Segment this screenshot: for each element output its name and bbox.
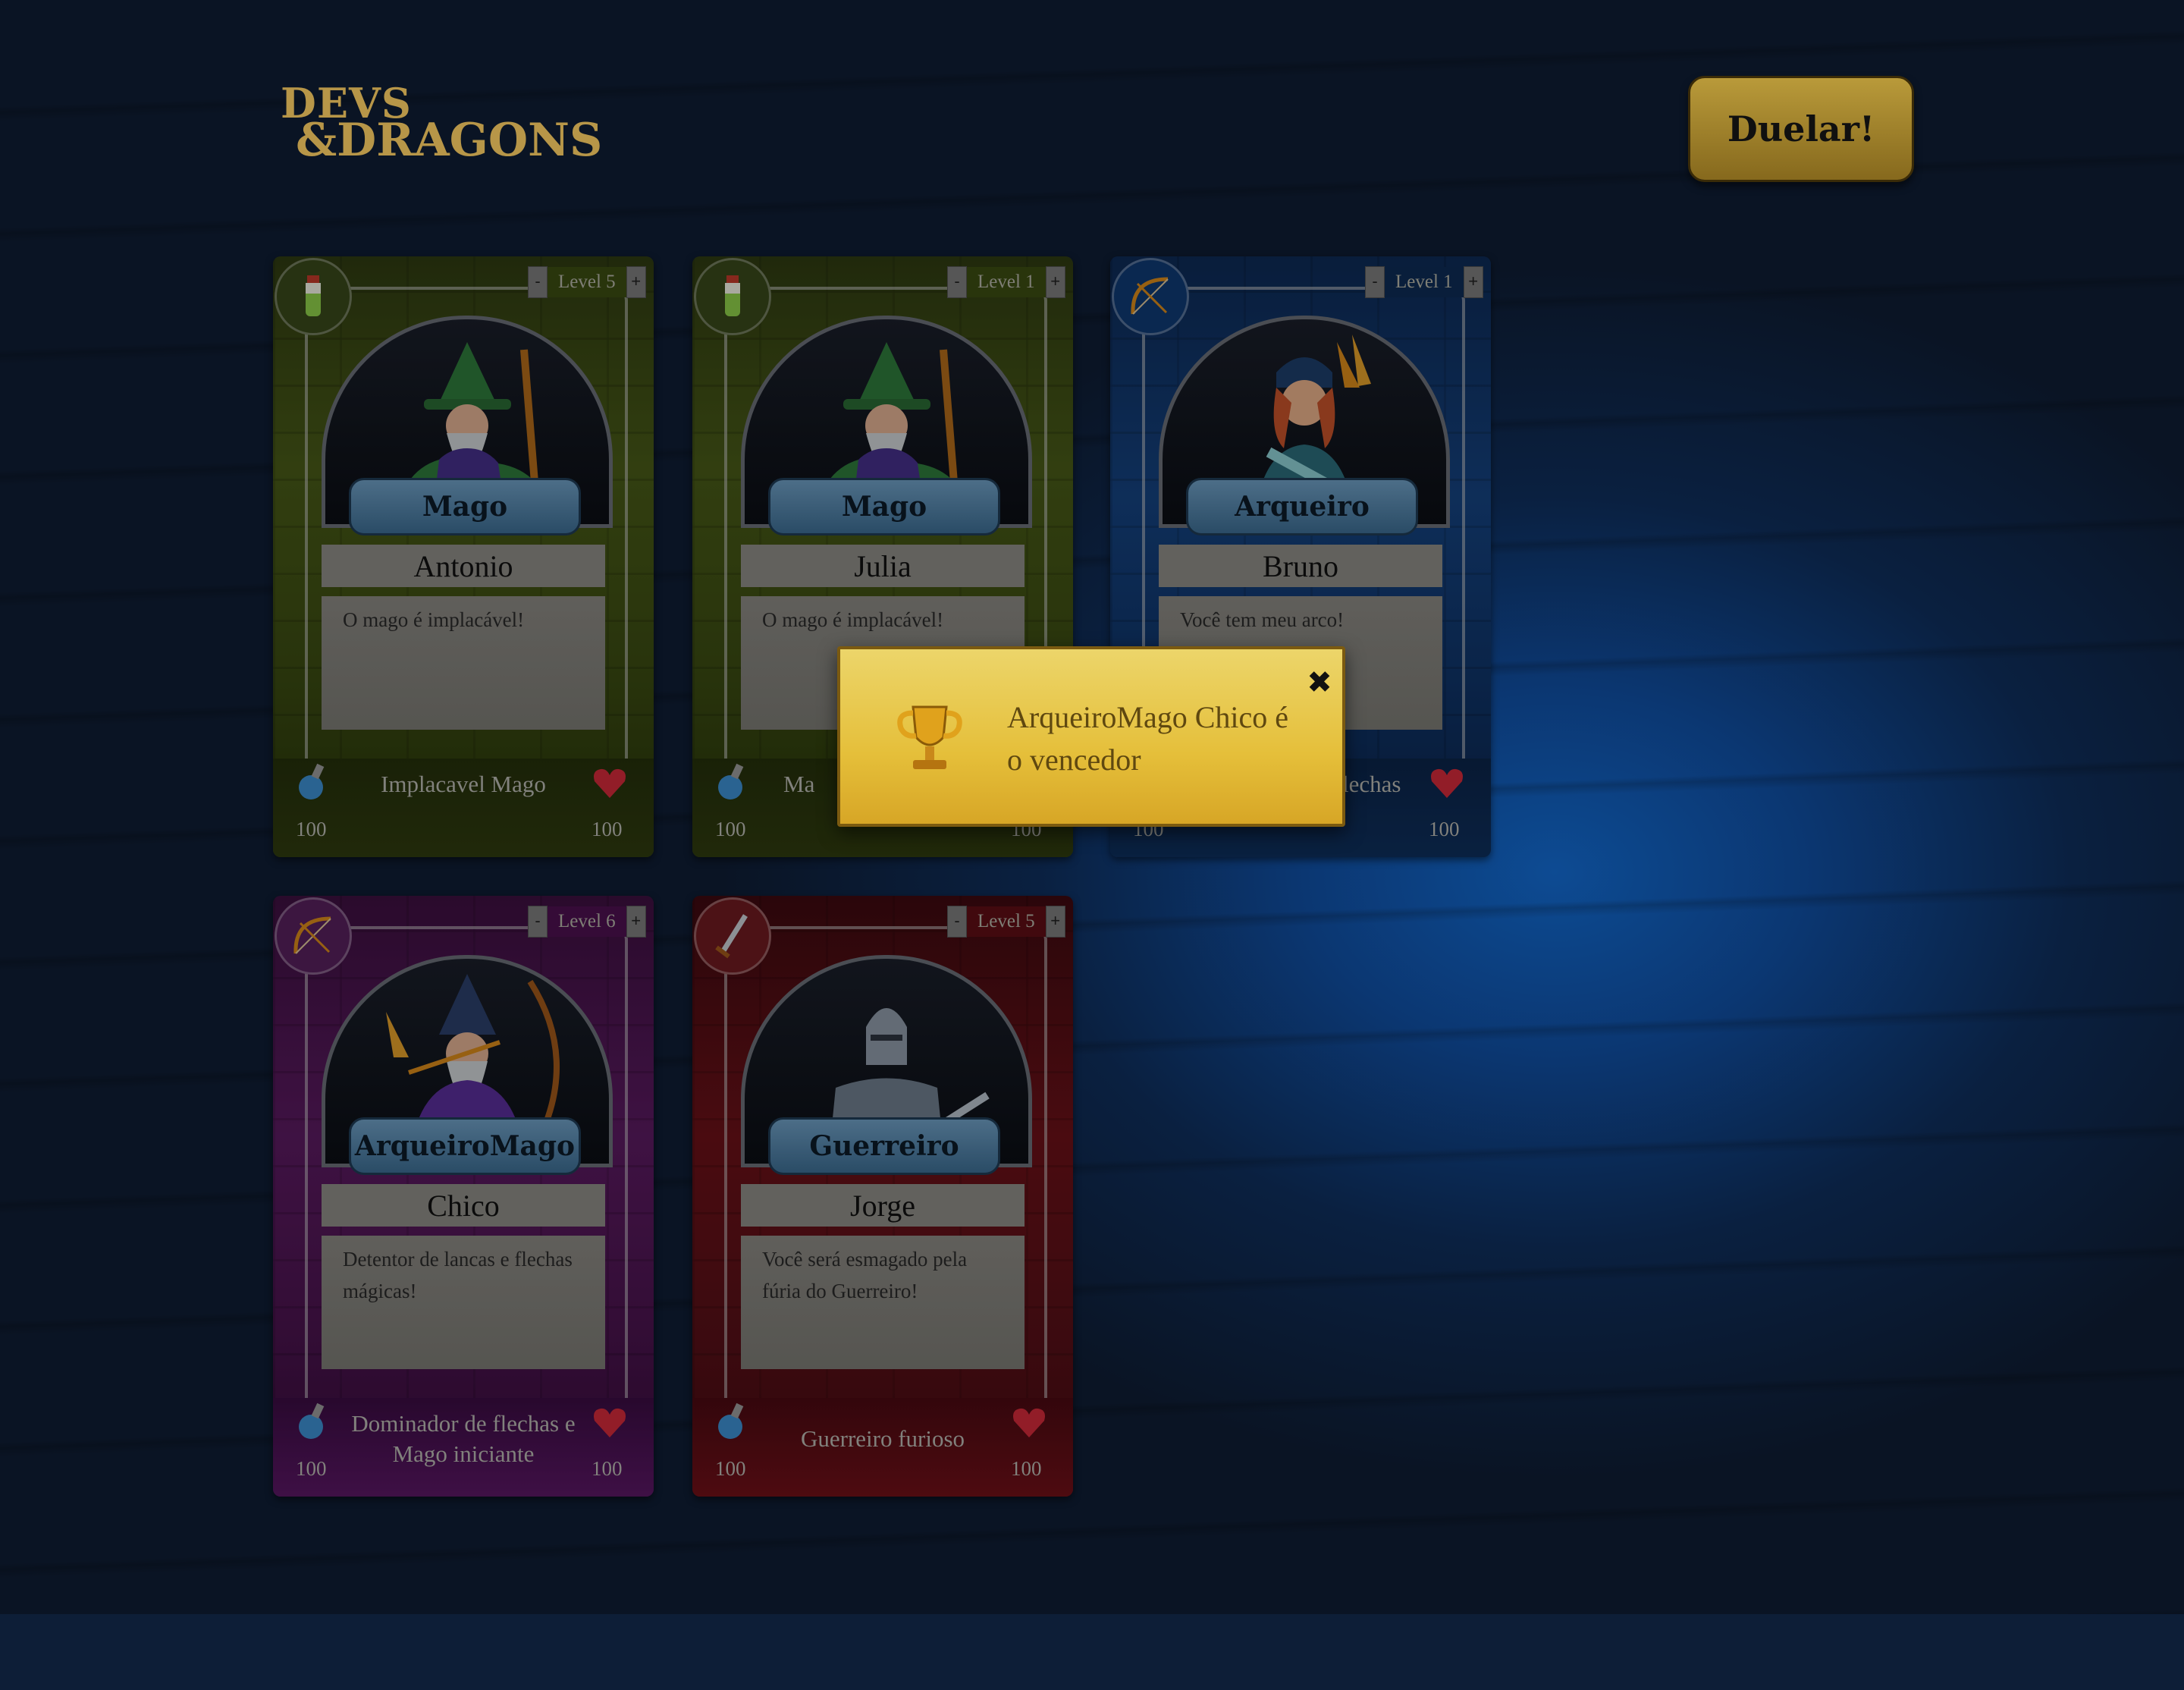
- logo: DEVS &DRAGONS: [281, 79, 602, 167]
- winner-message: ArqueiroMago Chico é o vencedor: [1007, 700, 1289, 777]
- trophy-icon: [897, 705, 962, 769]
- card-overlay: [692, 896, 1073, 1497]
- winner-modal: ArqueiroMago Chico é o vencedor ✖: [837, 646, 1345, 827]
- logo-line-2: &DRAGONS: [296, 114, 603, 167]
- duel-button[interactable]: Duelar!: [1688, 76, 1914, 182]
- character-card[interactable]: Guerreiro Jorge Você será esmagado pela …: [692, 896, 1073, 1497]
- character-card[interactable]: Mago Antonio O mago é implacável! Implac…: [273, 256, 654, 857]
- card-overlay: [273, 896, 654, 1497]
- character-card[interactable]: ArqueiroMago Chico Detentor de lancas e …: [273, 896, 654, 1497]
- card-overlay: [273, 256, 654, 857]
- footer-band: [0, 1614, 2184, 1690]
- close-icon[interactable]: ✖: [1303, 666, 1336, 699]
